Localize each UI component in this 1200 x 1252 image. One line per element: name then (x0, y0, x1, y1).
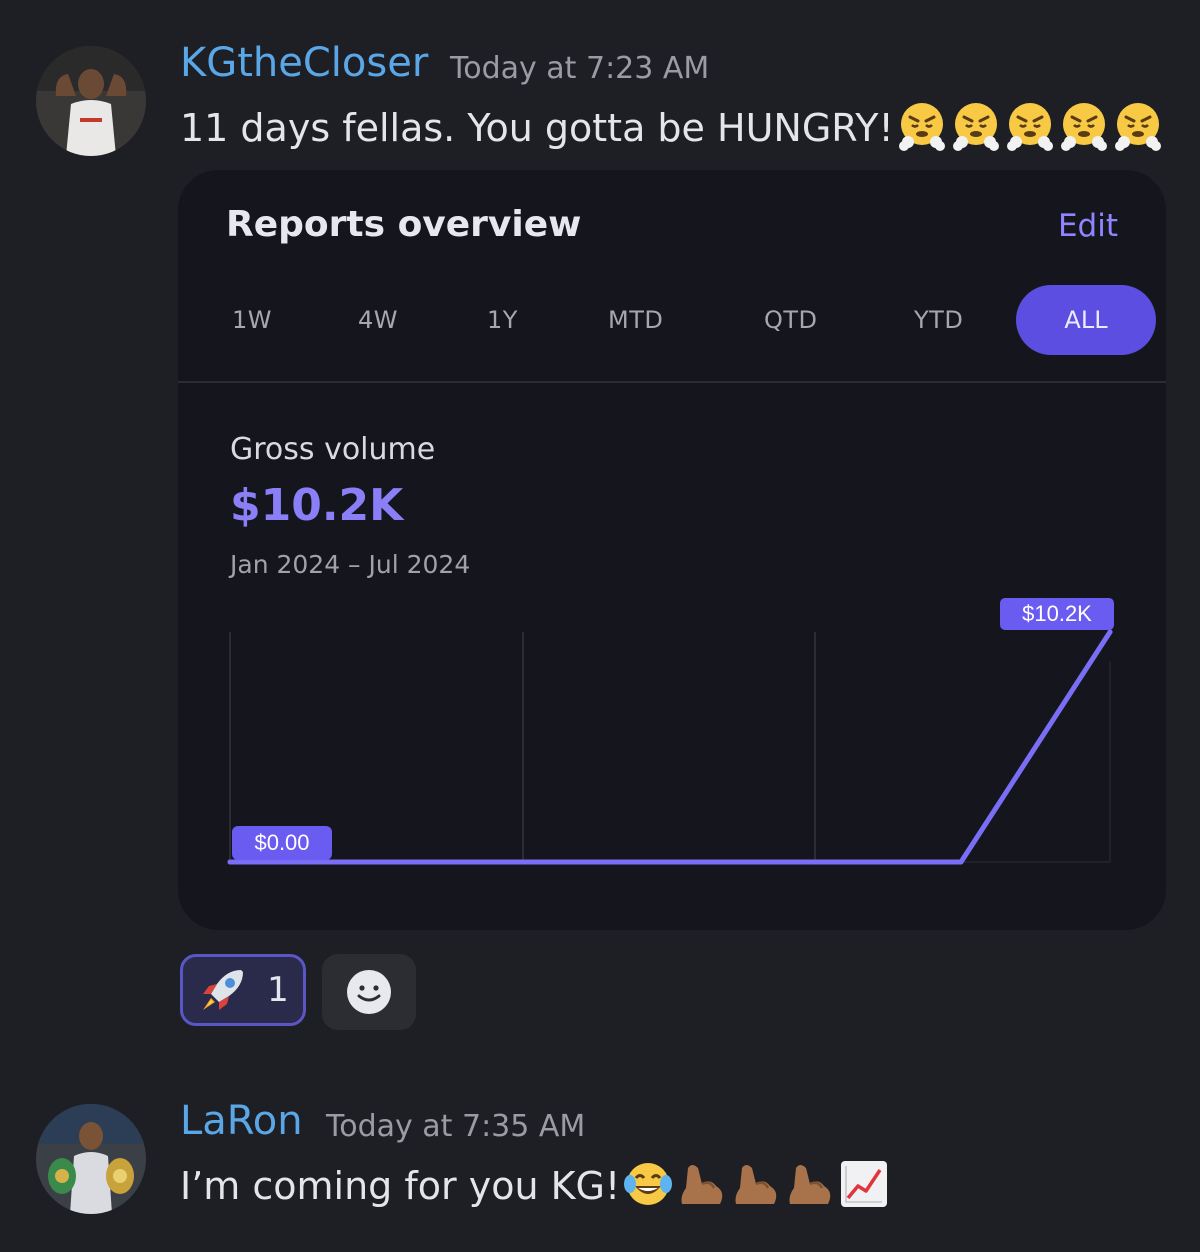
huffing-face-icon (1004, 100, 1056, 161)
avatar-kgthecloser[interactable] (36, 46, 146, 156)
reports-overview-card: Reports overview Edit 1W 4W 1Y MTD QTD Y… (178, 170, 1166, 930)
username[interactable]: KGtheCloser (180, 40, 428, 86)
smiley-icon (347, 970, 391, 1014)
data-point (1107, 629, 1113, 635)
data-point (227, 859, 233, 865)
start-label: $0.00 (254, 830, 309, 855)
chart-increasing-icon (838, 1158, 890, 1219)
tears-of-joy-icon (622, 1158, 674, 1219)
message-text: I’m coming for you KG! (180, 1158, 890, 1219)
add-reaction-button[interactable] (322, 954, 416, 1030)
message-emojis (894, 103, 1164, 151)
message-emojis (620, 1161, 890, 1208)
avatar-photo (36, 46, 146, 156)
message-body: 11 days fellas. You gotta be HUNGRY! (180, 106, 894, 150)
huffing-face-icon (896, 100, 948, 161)
username[interactable]: LaRon (180, 1098, 303, 1144)
flexed-biceps-icon (676, 1158, 728, 1219)
message-body: I’m coming for you KG! (180, 1164, 621, 1208)
end-label: $10.2K (1022, 601, 1092, 626)
huffing-face-icon (1058, 100, 1110, 161)
timestamp: Today at 7:23 AM (450, 51, 710, 86)
data-point (958, 859, 964, 865)
flexed-biceps-icon (784, 1158, 836, 1219)
timestamp: Today at 7:35 AM (326, 1109, 586, 1144)
rocket-icon (203, 970, 244, 1010)
series-line (227, 629, 1113, 865)
avatar-laron[interactable] (36, 1104, 146, 1214)
message-text: 11 days fellas. You gotta be HUNGRY! (180, 100, 1164, 161)
gross-volume-chart: $0.00 $10.2K (227, 598, 1114, 865)
huffing-face-icon (1112, 100, 1164, 161)
huffing-face-icon (950, 100, 1002, 161)
reaction-count: 1 (267, 970, 289, 1010)
flexed-biceps-icon (730, 1158, 782, 1219)
avatar-photo (36, 1104, 146, 1214)
reaction-rocket[interactable]: 1 (180, 954, 306, 1026)
